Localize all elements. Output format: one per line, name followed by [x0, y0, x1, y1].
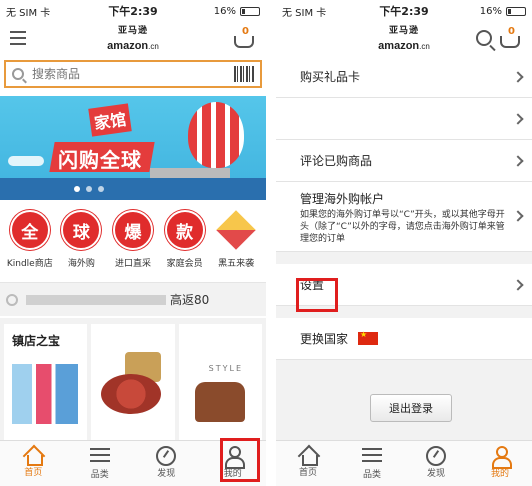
- banner-tag: 家馆: [88, 103, 132, 137]
- category-import[interactable]: 爆 进口直采: [108, 210, 158, 280]
- overseas-description: 如果您的海外购订单号以“C”开头，或以其他字母开头（除了“C”以外的字母，请您点…: [300, 210, 505, 244]
- chevron-right-icon: [512, 278, 524, 291]
- clock: 下午2:39: [108, 5, 158, 18]
- account-menu: 购买礼品卡 评论已购商品 管理海外购帐户 如果您的海外购订单号以“C”开头，或以…: [276, 56, 532, 360]
- chevron-right-icon: [512, 70, 524, 83]
- chevron-right-icon: [512, 154, 524, 167]
- logout-button[interactable]: 退出登录: [370, 394, 452, 422]
- status-bar: 无 SIM 卡 下午2:39 16%: [0, 0, 266, 22]
- category-family[interactable]: 款 家庭会员: [160, 210, 210, 280]
- china-flag-icon: [358, 330, 379, 345]
- product-image: [101, 374, 162, 414]
- list-icon: [362, 448, 382, 464]
- search-icon: [12, 68, 24, 80]
- category-black-friday[interactable]: 黑五来袭: [211, 210, 261, 280]
- barcode-scan-icon[interactable]: [234, 66, 254, 82]
- promo-strip[interactable]: 高返80: [0, 282, 266, 316]
- product-card[interactable]: [91, 324, 175, 440]
- deal-card[interactable]: 镇店之宝: [4, 324, 88, 440]
- category-shortcuts: 全 Kindle商店 球 海外购 爆 进口直采 款 家庭会员 黑五来袭: [0, 210, 266, 280]
- menu-item-change-country[interactable]: 更换国家: [276, 318, 532, 360]
- highlight-box: [220, 438, 260, 482]
- amazon-logo[interactable]: 亚马逊 amazon.cn: [378, 26, 430, 52]
- tab-me[interactable]: 我的: [468, 441, 532, 486]
- user-icon: [490, 446, 512, 469]
- battery-icon: [506, 6, 526, 16]
- tab-discover[interactable]: 发现: [133, 441, 200, 486]
- highlight-box: [296, 278, 338, 312]
- category-overseas[interactable]: 球 海外购: [56, 210, 106, 280]
- search-bar[interactable]: [4, 60, 262, 88]
- menu-item-overseas-account[interactable]: 管理海外购帐户 如果您的海外购订单号以“C”开头，或以其他字母开头（除了“C”以…: [276, 182, 532, 252]
- discover-icon: [426, 446, 446, 466]
- search-input[interactable]: [32, 67, 234, 81]
- carousel-dots: [74, 186, 104, 192]
- product-card[interactable]: STYLE: [178, 324, 262, 440]
- banner-title: 闪购全球: [58, 148, 142, 172]
- balloon-graphic: [188, 102, 244, 168]
- product-image: [12, 364, 78, 424]
- plane-graphic: [8, 156, 44, 166]
- cart-icon[interactable]: 0: [498, 26, 524, 52]
- promo-banner[interactable]: 家馆 闪购全球: [0, 96, 266, 200]
- menu-item[interactable]: [276, 98, 532, 140]
- tab-categories[interactable]: 品类: [340, 441, 404, 486]
- deal-card-title: 镇店之宝: [12, 334, 61, 348]
- menu-item-gift-card[interactable]: 购买礼品卡: [276, 56, 532, 98]
- tab-discover[interactable]: 发现: [404, 441, 468, 486]
- app-header: 亚马逊 amazon.cn 0: [0, 22, 266, 56]
- menu-icon[interactable]: [10, 31, 26, 45]
- cube-icon: [216, 210, 257, 250]
- home-screen: 无 SIM 卡 下午2:39 16% 亚马逊 amazon.cn 0 家馆 闪购…: [0, 0, 266, 486]
- tab-bar: 首页 品类 发现 我的: [276, 440, 532, 486]
- menu-item-review[interactable]: 评论已购商品: [276, 140, 532, 182]
- divider: [266, 0, 276, 486]
- promo-text: 高返80: [170, 293, 210, 307]
- account-screen: 无 SIM 卡 下午2:39 16% 亚马逊 amazon.cn 0 购买礼品卡…: [276, 0, 532, 486]
- tab-home[interactable]: 首页: [0, 441, 67, 486]
- search-icon[interactable]: [476, 30, 492, 46]
- list-icon: [89, 448, 110, 464]
- product-image: [194, 382, 245, 422]
- amazon-logo[interactable]: 亚马逊 amazon.cn: [107, 26, 159, 52]
- tab-home[interactable]: 首页: [276, 441, 340, 486]
- status-bar: 无 SIM 卡 下午2:39 16%: [276, 0, 532, 22]
- category-kindle[interactable]: 全 Kindle商店: [5, 210, 55, 280]
- product-grid: 镇店之宝 STYLE: [0, 318, 266, 440]
- battery-icon: [240, 6, 260, 16]
- cart-icon[interactable]: 0: [232, 26, 258, 52]
- chevron-right-icon: [512, 112, 524, 125]
- promo-icon: [6, 293, 18, 306]
- home-icon: [23, 445, 44, 466]
- home-icon: [298, 445, 318, 466]
- discover-icon: [156, 446, 177, 466]
- app-header: 亚马逊 amazon.cn 0: [276, 22, 532, 56]
- tab-categories[interactable]: 品类: [67, 441, 134, 486]
